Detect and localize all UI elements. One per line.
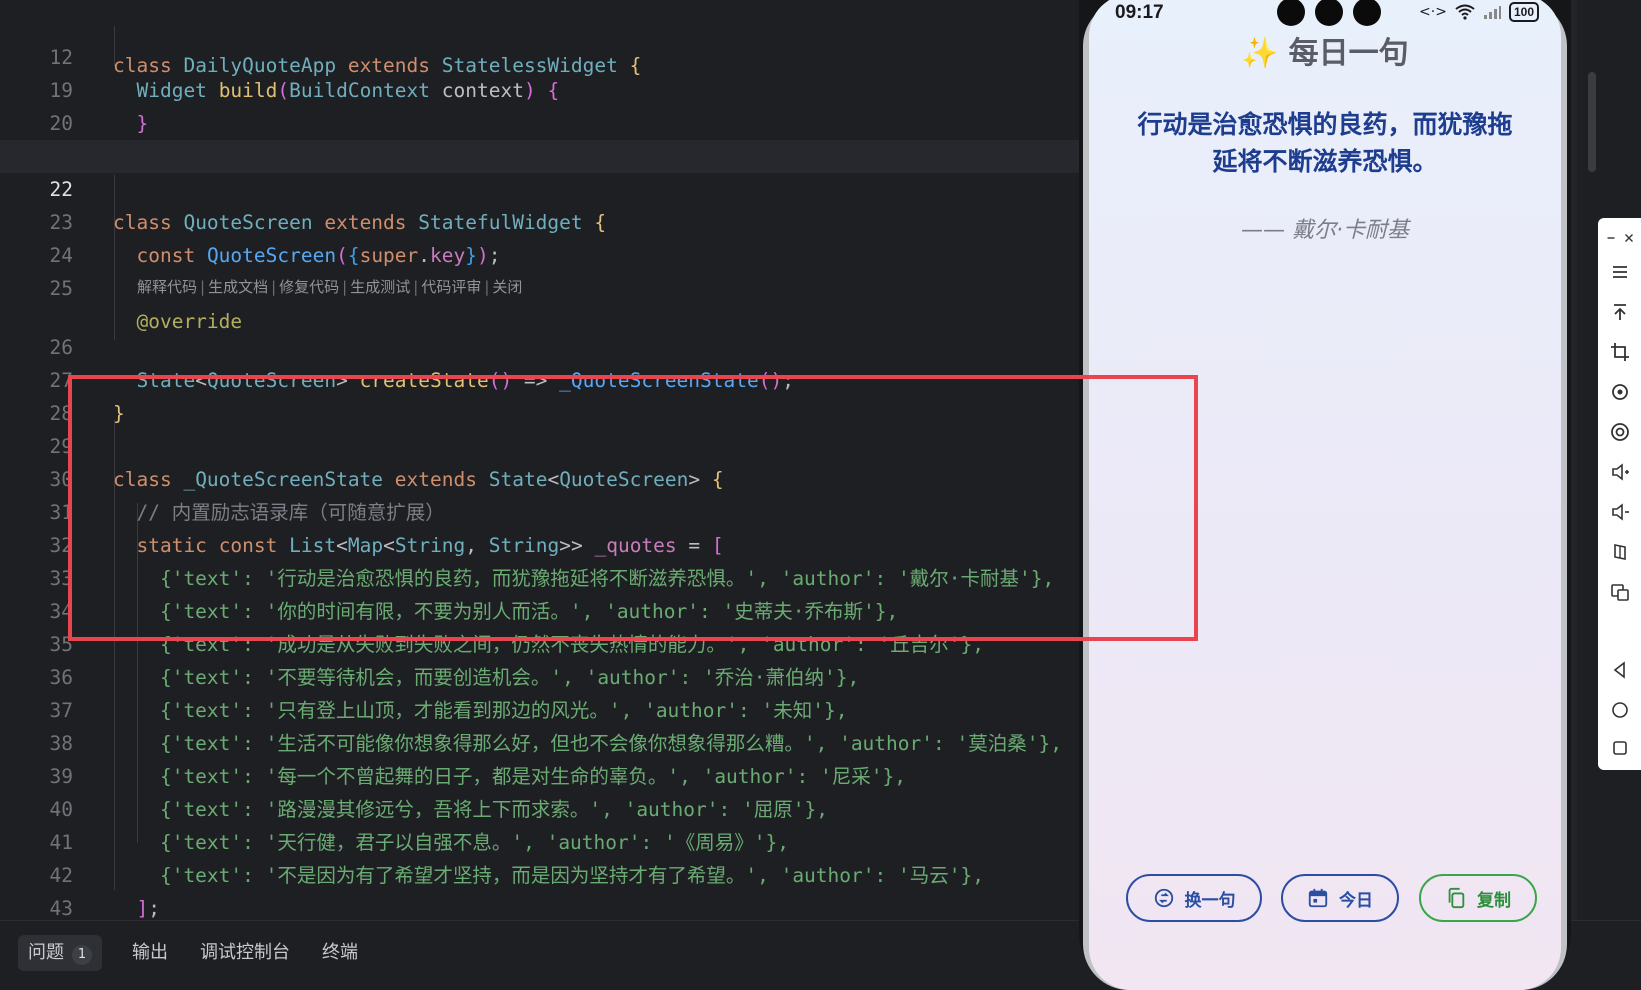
code-line[interactable]: 37 {'text': '生活不可能像你想象得那么好，但也不会像你想象得那么糟。…	[0, 661, 1090, 755]
code-line[interactable]: 27 }	[0, 331, 1090, 425]
status-time: 09:17	[1115, 2, 1164, 23]
tab-label: 调试控制台	[200, 942, 290, 963]
code-line[interactable]: 25 @override	[0, 239, 1090, 333]
camera-icon	[1353, 0, 1381, 26]
code-line[interactable]: 19 }	[0, 41, 1090, 135]
tab-problems[interactable]: 问题 1	[18, 935, 102, 971]
code-line[interactable]: 38 {'text': '每一个不曾起舞的日子，都是对生命的辜负。', 'aut…	[0, 694, 1090, 788]
next-quote-button[interactable]: 换一句	[1126, 874, 1262, 922]
tab-output[interactable]: 输出	[122, 935, 178, 971]
tab-label: 终端	[322, 942, 358, 963]
lens-close[interactable]: 关闭	[492, 278, 522, 296]
wifi-icon	[1455, 4, 1475, 20]
lens-review[interactable]: 代码评审	[421, 278, 481, 296]
tab-debug-console[interactable]: 调试控制台	[190, 935, 300, 971]
refresh-icon	[1154, 888, 1173, 908]
code-line[interactable]: 31 static const List<Map<String, String>…	[0, 463, 1090, 557]
code-line[interactable]: 30 // 内置励志语录库（可随意扩展）	[0, 430, 1090, 524]
tab-label: 输出	[132, 942, 168, 963]
code-line[interactable]: 23 const QuoteScreen({super.key});	[0, 173, 1090, 267]
copy-button[interactable]: 复制	[1419, 874, 1537, 922]
next-quote-label: 换一句	[1184, 890, 1236, 911]
today-label: 今日	[1339, 890, 1373, 911]
battery-icon: 100	[1508, 2, 1539, 22]
quote-author: —— 戴尔·卡耐基	[1241, 218, 1409, 243]
app-title: ✨ 每日一句	[1089, 28, 1561, 72]
crop-icon[interactable]	[1608, 340, 1632, 364]
lens-fix[interactable]: 修复代码	[279, 278, 339, 296]
back-nav-icon[interactable]	[1608, 658, 1632, 682]
editor-scrollbar-thumb[interactable]	[1588, 72, 1596, 172]
menu-icon[interactable]	[1608, 260, 1632, 284]
sparkles-icon: ✨	[1241, 36, 1279, 71]
camera-icon	[1277, 0, 1305, 26]
volume-down-icon[interactable]	[1608, 500, 1632, 524]
minimize-icon[interactable]	[1604, 226, 1618, 250]
rotate-icon[interactable]	[1608, 380, 1632, 404]
close-icon[interactable]	[1622, 226, 1636, 250]
tab-label: 问题	[28, 942, 64, 963]
emulator-toolbar	[1598, 218, 1641, 770]
code-line[interactable]: 44 int _currentIndex = 0;	[0, 892, 1090, 920]
lens-explain[interactable]: 解释代码	[137, 278, 197, 296]
phone-frame: 09:17 <·> 100 ✨ 每日一句 行动是治愈恐惧的良药，而犹豫拖延将不断滋…	[1083, 0, 1567, 990]
fold-icon[interactable]	[1608, 540, 1632, 564]
code-line[interactable]: 35 {'text': '不要等待机会，而要创造机会。', 'author': …	[0, 595, 1090, 689]
code-line[interactable]: 29 class _QuoteScreenState extends State…	[0, 397, 1090, 491]
code-editor[interactable]: class DailyQuoteApp extends StatelessWid…	[0, 0, 1090, 920]
code-line[interactable]: 41 {'text': '不是因为有了希望才坚持，而是因为坚持才有了希望。', …	[0, 793, 1090, 887]
code-line[interactable]: 42 ];	[0, 826, 1090, 920]
home-nav-icon[interactable]	[1608, 698, 1632, 722]
phone-screen[interactable]: 09:17 <·> 100 ✨ 每日一句 行动是治愈恐惧的良药，而犹豫拖延将不断滋…	[1089, 0, 1561, 990]
code-line[interactable]: 40 {'text': '天行健，君子以自强不息。', 'author': '《…	[0, 760, 1090, 854]
volume-up-icon[interactable]	[1608, 460, 1632, 484]
quote-text: 行动是治愈恐惧的良药，而犹豫拖延将不断滋养恐惧。	[1137, 110, 1513, 176]
problems-count-badge: 1	[72, 945, 92, 965]
camera-icon	[1315, 0, 1343, 26]
code-line[interactable]: 43	[0, 859, 1090, 920]
lens-separator: |	[413, 278, 419, 296]
status-icons: <·> 100	[1419, 2, 1539, 22]
lens-separator: |	[271, 278, 277, 296]
code-line[interactable]: 33 {'text': '你的时间有限，不要为别人而活。', 'author':…	[0, 529, 1090, 623]
code-line[interactable]: 26 State<QuoteScreen> createState() => _…	[0, 298, 1090, 392]
tab-terminal[interactable]: 终端	[312, 935, 368, 971]
data-transfer-icon: <·>	[1419, 4, 1447, 20]
recents-nav-icon[interactable]	[1608, 736, 1632, 760]
pin-top-icon[interactable]	[1608, 300, 1632, 324]
code-line[interactable]: 39 {'text': '路漫漫其修远兮，吾将上下而求索。', 'author'…	[0, 727, 1090, 821]
app-title-text: 每日一句	[1288, 36, 1409, 71]
code-line[interactable]: 12 Widget build(BuildContext context) {	[0, 8, 1090, 102]
code-line[interactable]: 32 {'text': '行动是治愈恐惧的良药，而犹豫拖延将不断滋养恐惧。', …	[0, 496, 1090, 590]
calendar-icon	[1308, 888, 1328, 908]
copy-icon	[1448, 887, 1465, 909]
code-line[interactable]: 34 {'text': '成功是从失败到失败之间，仍然不丧失热情的能力。', '…	[0, 562, 1090, 656]
lens-doc[interactable]: 生成文档	[208, 278, 268, 296]
code-line[interactable]: 21	[0, 107, 1090, 168]
lens-separator: |	[342, 278, 348, 296]
today-button[interactable]: 今日	[1281, 874, 1399, 922]
code-line-current[interactable]: 22 class QuoteScreen extends StatefulWid…	[0, 140, 1090, 234]
code-line[interactable]: 24	[0, 206, 1090, 267]
lens-separator: |	[484, 278, 490, 296]
code-line[interactable]: 28	[0, 364, 1090, 425]
copy-label: 复制	[1477, 890, 1511, 911]
multi-screen-icon[interactable]	[1608, 580, 1632, 604]
lens-test[interactable]: 生成测试	[350, 278, 410, 296]
signal-icon	[1483, 6, 1501, 19]
ai-code-lens: 解释代码 | 生成文档 | 修复代码 | 生成测试 | 代码评审 | 关闭	[137, 276, 522, 298]
screenshot-icon[interactable]	[1608, 420, 1632, 444]
code-line[interactable]: 20 }	[0, 74, 1090, 168]
code-line[interactable]: 36 {'text': '只有登上山顶，才能看到那边的风光。', 'author…	[0, 628, 1090, 722]
lens-separator: |	[200, 278, 206, 296]
